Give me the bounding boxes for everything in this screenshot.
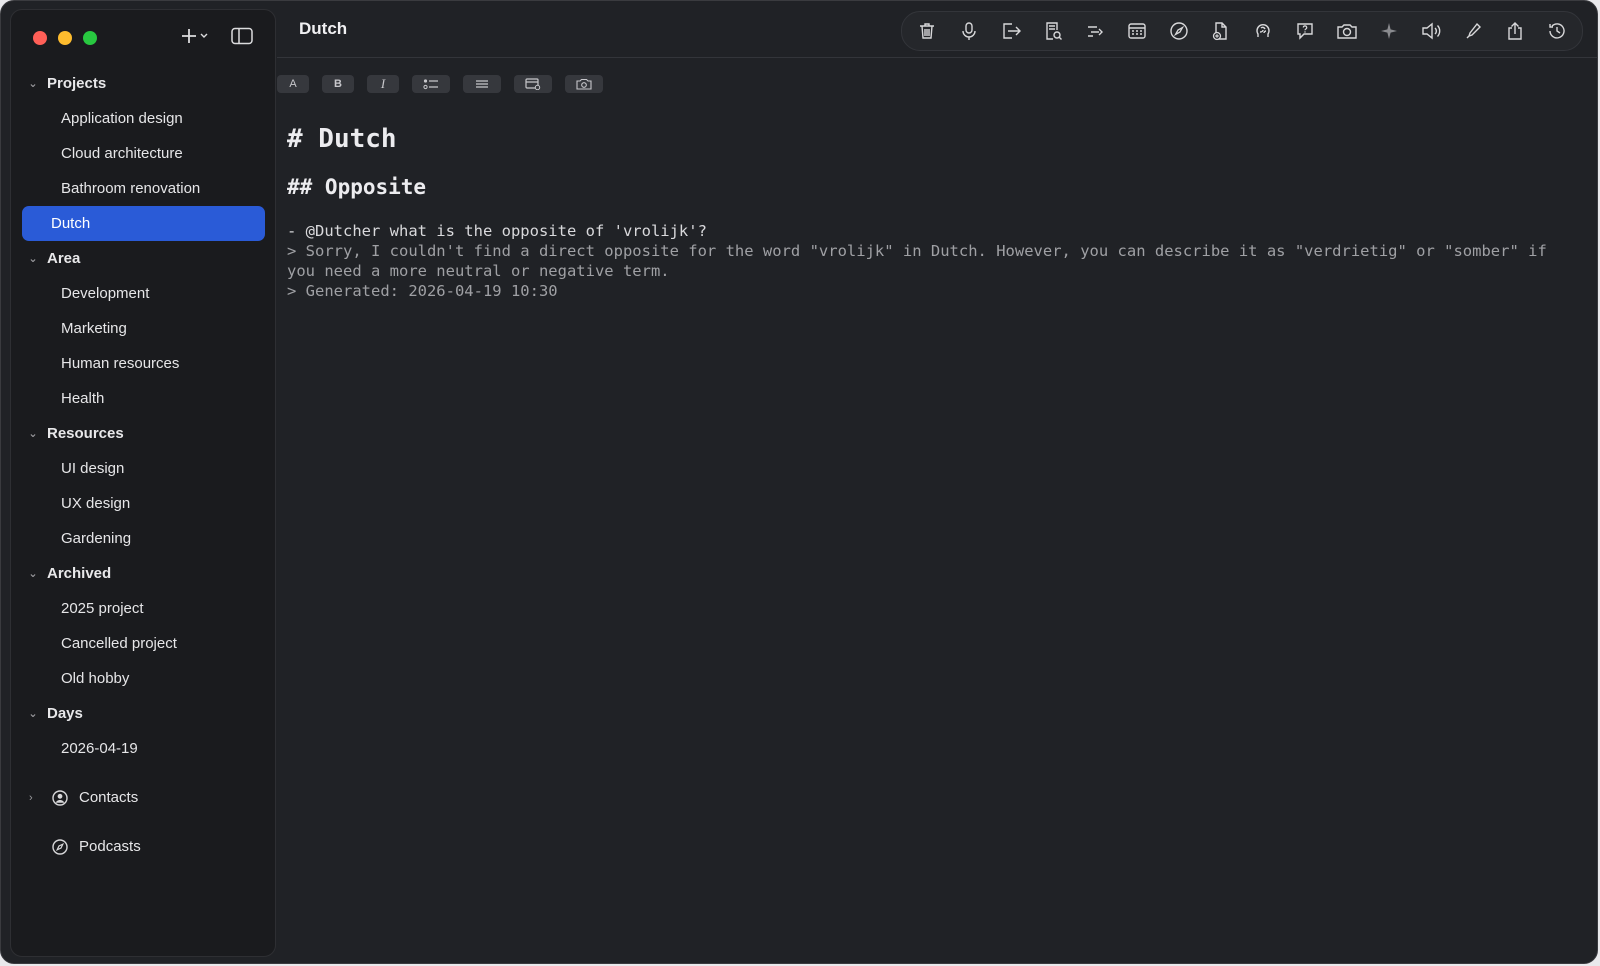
sidebar: ⌄ Projects Application design Cloud archi…: [10, 9, 276, 957]
sidebar-nav: ⌄ Projects Application design Cloud archi…: [11, 66, 275, 864]
camera-icon: [576, 78, 592, 90]
history-icon: [1549, 23, 1565, 39]
table-icon: [525, 78, 541, 90]
pen-icon: [1466, 22, 1481, 39]
heading-1: # Dutch: [287, 124, 397, 154]
list-button[interactable]: [463, 75, 501, 93]
sidebar-item-dutch[interactable]: Dutch: [22, 206, 265, 241]
history-button[interactable]: [1536, 13, 1578, 49]
generated-timestamp: > Generated: 2026-04-19 10:30: [287, 282, 558, 300]
add-document-icon: [1212, 22, 1227, 41]
sidebar-item-marketing[interactable]: Marketing: [21, 311, 265, 346]
sidebar-item-ux-design[interactable]: UX design: [21, 486, 265, 521]
export-button[interactable]: [990, 13, 1032, 49]
minimize-window-button[interactable]: [58, 31, 72, 45]
calendar-button[interactable]: [1116, 13, 1158, 49]
sidebar-item-old-hobby[interactable]: Old hobby: [21, 661, 265, 696]
add-document-button[interactable]: [1200, 13, 1242, 49]
document-search-icon: [1046, 22, 1062, 40]
sidebar-item-development[interactable]: Development: [21, 276, 265, 311]
sidebar-item-application-design[interactable]: Application design: [21, 101, 265, 136]
chevron-down-icon: ⌄: [28, 253, 38, 265]
document-search-button[interactable]: [1032, 13, 1074, 49]
title-bar: Dutch: [277, 1, 1597, 58]
section-resources[interactable]: ⌄ Resources: [11, 416, 275, 451]
chevron-right-icon: ›: [29, 791, 33, 804]
section-days[interactable]: ⌄ Days: [11, 696, 275, 731]
sidebar-item-ui-design[interactable]: UI design: [21, 451, 265, 486]
compass-icon: [1170, 22, 1188, 40]
new-note-button[interactable]: [181, 26, 209, 46]
italic-button[interactable]: I: [367, 75, 399, 93]
page-title: Dutch: [299, 19, 348, 38]
section-archived[interactable]: ⌄ Archived: [11, 556, 275, 591]
sidebar-item-cloud-architecture[interactable]: Cloud architecture: [21, 136, 265, 171]
list-indent-icon: [1088, 26, 1103, 37]
bold-button[interactable]: B: [322, 75, 354, 93]
chevron-down-icon: ⌄: [28, 428, 38, 440]
sidebar-item-contacts[interactable]: › Contacts: [11, 780, 275, 815]
sidebar-item-bathroom-renovation[interactable]: Bathroom renovation: [21, 171, 265, 206]
person-circle-icon: [51, 789, 69, 807]
window-controls: [33, 31, 97, 45]
note-editor[interactable]: # Dutch ## Opposite - @Dutcher what is t…: [287, 113, 1567, 301]
lines-icon: [476, 80, 488, 88]
trash-icon: [920, 23, 934, 39]
sidebar-icon: [231, 27, 253, 45]
compass-icon: [51, 838, 69, 856]
close-window-button[interactable]: [33, 31, 47, 45]
indent-button[interactable]: [1074, 13, 1116, 49]
plus-icon: [182, 29, 208, 43]
section-projects[interactable]: ⌄ Projects: [11, 66, 275, 101]
insert-photo-button[interactable]: [565, 75, 603, 93]
sidebar-item-human-resources[interactable]: Human resources: [21, 346, 265, 381]
answer-quote: > Sorry, I couldn't find a direct opposi…: [287, 242, 1557, 280]
toolbar: [901, 11, 1583, 51]
speech-bubble-icon: [1297, 23, 1313, 40]
checklist-button[interactable]: [412, 75, 450, 93]
zoom-window-button[interactable]: [83, 31, 97, 45]
section-area[interactable]: ⌄ Area: [11, 241, 275, 276]
share-button[interactable]: [1494, 13, 1536, 49]
speaker-icon: [1422, 22, 1441, 40]
sparkle-button[interactable]: [1368, 13, 1410, 49]
browse-button[interactable]: [1158, 13, 1200, 49]
camera-icon: [1337, 24, 1357, 39]
insert-table-button[interactable]: [514, 75, 552, 93]
heading-2: ## Opposite: [287, 175, 427, 199]
ask-button[interactable]: [1284, 13, 1326, 49]
chevron-down-icon: ⌄: [28, 708, 38, 720]
export-icon: [1003, 23, 1021, 39]
brain-icon: [1256, 24, 1270, 37]
sidebar-item-cancelled-project[interactable]: Cancelled project: [21, 626, 265, 661]
checklist-icon: [423, 79, 438, 90]
sidebar-item-gardening[interactable]: Gardening: [21, 521, 265, 556]
sidebar-item-health[interactable]: Health: [21, 381, 265, 416]
delete-button[interactable]: [906, 13, 948, 49]
share-icon: [1508, 22, 1522, 40]
app-window: ⌄ Projects Application design Cloud archi…: [0, 0, 1598, 964]
chevron-down-icon: ⌄: [28, 568, 38, 580]
format-bar: A B I: [277, 75, 603, 93]
question-line: - @Dutcher what is the opposite of 'vrol…: [287, 222, 707, 240]
toggle-sidebar-button[interactable]: [231, 27, 253, 45]
main-pane: Dutch A B I # Dutch ## Opposite - @Dutch…: [277, 1, 1597, 963]
highlight-button[interactable]: [1452, 13, 1494, 49]
calendar-icon: [1128, 23, 1146, 39]
chevron-down-icon: ⌄: [28, 78, 38, 90]
record-button[interactable]: [948, 13, 990, 49]
sparkle-icon: [1381, 23, 1397, 39]
sidebar-item-2025-project[interactable]: 2025 project: [21, 591, 265, 626]
sidebar-item-2026-04-19[interactable]: 2026-04-19: [21, 731, 265, 766]
camera-button[interactable]: [1326, 13, 1368, 49]
font-button[interactable]: A: [277, 75, 309, 93]
sidebar-item-podcasts[interactable]: Podcasts: [11, 829, 275, 864]
ai-brain-button[interactable]: [1242, 13, 1284, 49]
read-aloud-button[interactable]: [1410, 13, 1452, 49]
microphone-icon: [962, 22, 976, 40]
